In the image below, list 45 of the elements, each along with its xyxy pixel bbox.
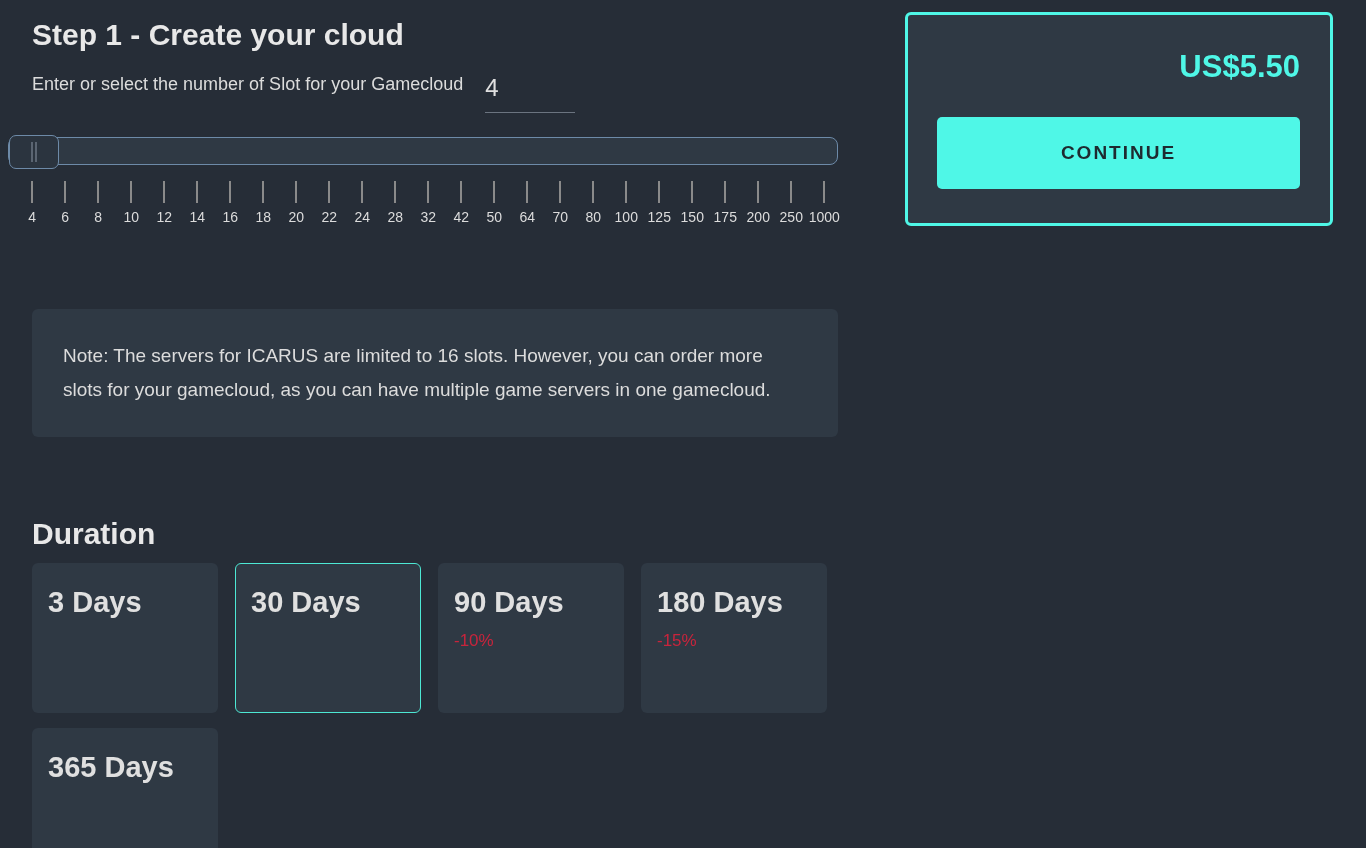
tick-label: 80 [585, 209, 602, 225]
tick-label: 16 [222, 209, 239, 225]
tick-label: 28 [387, 209, 404, 225]
duration-label: 90 Days [454, 586, 564, 619]
slots-field[interactable]: 4 [485, 70, 576, 113]
tick-label: 20 [288, 209, 305, 225]
tick-label: 70 [552, 209, 569, 225]
tick-label: 6 [61, 209, 70, 225]
duration-option[interactable]: 365 Days [32, 728, 218, 848]
duration-option[interactable]: 30 Days [235, 563, 421, 713]
tick-label: 4 [28, 209, 37, 225]
slot-prompt: Enter or select the number of Slot for your Gamecloud [32, 74, 464, 96]
discount-label: -15% [657, 631, 697, 651]
tick-label: 32 [420, 209, 437, 225]
duration-title: Duration [32, 517, 157, 551]
note-text: Note: The servers for ICARUS are limited to 16 slots. However, you can order more slots for your gamecloud, as you can have multiple game servers in one gamecloud. [32, 309, 838, 437]
tick-label: 22 [321, 209, 338, 225]
tick-label: 12 [156, 209, 173, 225]
tick-label: 42 [453, 209, 470, 225]
duration-label: 180 Days [657, 586, 783, 619]
tick-label: 14 [189, 209, 206, 225]
slider-thumb[interactable] [9, 135, 59, 169]
tick-label: 18 [255, 209, 272, 225]
price-label: US$5.50 [1179, 49, 1300, 85]
tick-label: 150 [680, 209, 704, 225]
tick-label: 125 [647, 209, 671, 225]
tick-label: 10 [123, 209, 140, 225]
tick-label: 175 [713, 209, 737, 225]
tick-label: 1000 [808, 209, 840, 225]
continue-button[interactable]: CONTINUE [937, 117, 1300, 189]
duration-label: 365 Days [48, 751, 174, 784]
tick-label: 250 [779, 209, 803, 225]
tick-label: 50 [486, 209, 503, 225]
duration-label: 30 Days [251, 586, 361, 619]
step-title: Step 1 - Create your cloud [32, 18, 405, 52]
tick-label: 200 [746, 209, 770, 225]
duration-label: 3 Days [48, 586, 142, 619]
duration-option[interactable]: 90 Days -10% [438, 563, 624, 713]
duration-option[interactable]: 3 Days [32, 563, 218, 713]
tick-label: 8 [94, 209, 103, 225]
duration-option[interactable]: 180 Days -15% [641, 563, 827, 713]
tick-label: 24 [354, 209, 371, 225]
tick-label: 64 [519, 209, 536, 225]
discount-label: -10% [454, 631, 494, 651]
tick-label: 100 [614, 209, 638, 225]
